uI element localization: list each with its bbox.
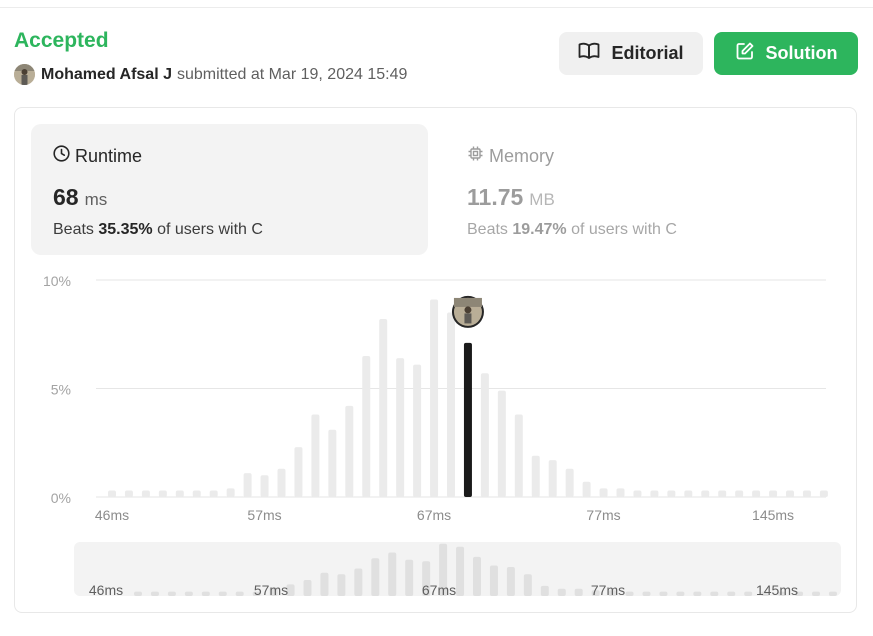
navigator-x-tick-label: 46ms — [89, 582, 123, 598]
navigator-bar — [473, 556, 481, 596]
navigator-bar — [354, 568, 363, 596]
navigator-bar — [489, 565, 498, 596]
navigator-bar — [303, 580, 312, 596]
navigator-bar — [574, 588, 583, 596]
navigator-bar — [693, 591, 702, 596]
navigator-bar — [523, 574, 532, 596]
navigator-bar — [659, 591, 668, 596]
navigator-bar — [337, 574, 346, 596]
navigator-bar — [744, 591, 753, 596]
navigator-bar — [235, 591, 244, 596]
navigator-bar — [727, 591, 736, 596]
navigator-bar — [625, 591, 634, 596]
navigator-bar — [184, 591, 193, 596]
navigator-x-tick-label: 145ms — [756, 582, 798, 598]
navigator-bar — [540, 585, 549, 596]
navigator-bar — [218, 591, 227, 596]
navigator-bar — [456, 546, 465, 596]
navigator-bar — [167, 591, 176, 596]
navigator-bar — [557, 588, 566, 596]
navigator-bar — [201, 591, 210, 596]
navigator-bar — [642, 591, 651, 596]
navigator-x-tick-label: 57ms — [254, 582, 288, 598]
navigator-bar — [828, 591, 837, 596]
navigator-bar — [388, 552, 397, 596]
navigator-x-tick-label: 77ms — [591, 582, 625, 598]
chart-navigator-bars: 46ms 57ms 67ms 77ms 145ms — [89, 543, 837, 598]
navigator-bar — [710, 591, 719, 596]
navigator-bar — [371, 558, 380, 596]
navigator-bar — [405, 559, 414, 596]
navigator-bar — [320, 572, 329, 596]
navigator-bar — [134, 591, 142, 596]
navigator-bar — [150, 591, 159, 596]
navigator-bar — [506, 567, 515, 596]
navigator-bar — [812, 591, 820, 596]
navigator-x-tick-label: 67ms — [422, 582, 456, 598]
navigator-bar — [676, 591, 685, 596]
